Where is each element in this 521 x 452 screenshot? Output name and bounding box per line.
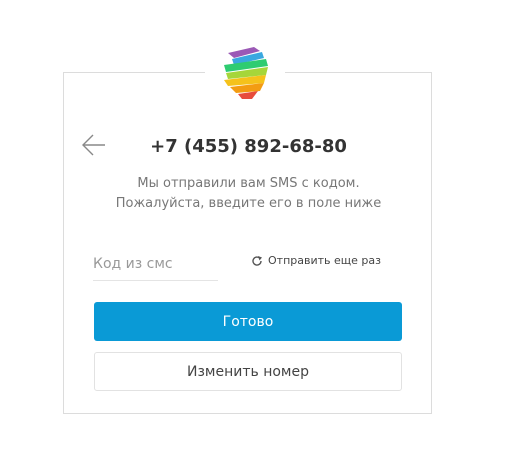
- ribbon-logo-icon: [224, 47, 268, 99]
- change-number-button[interactable]: Изменить номер: [94, 352, 402, 391]
- sms-code-input[interactable]: [93, 248, 218, 281]
- logo: [205, 38, 285, 108]
- submit-button[interactable]: Готово: [94, 302, 402, 341]
- resend-code-button[interactable]: Отправить еще раз: [251, 254, 381, 267]
- sms-verification-screen: +7 (455) 892-68-80 Мы отправили вам SMS …: [0, 0, 521, 452]
- sms-sent-message: Мы отправили вам SMS с кодом. Пожалуйста…: [0, 174, 497, 214]
- message-line-1: Мы отправили вам SMS с кодом.: [137, 176, 360, 191]
- phone-number: +7 (455) 892-68-80: [150, 136, 347, 157]
- message-line-2: Пожалуйста, введите его в поле ниже: [115, 196, 382, 211]
- refresh-icon: [252, 255, 262, 266]
- resend-label: Отправить еще раз: [268, 254, 381, 267]
